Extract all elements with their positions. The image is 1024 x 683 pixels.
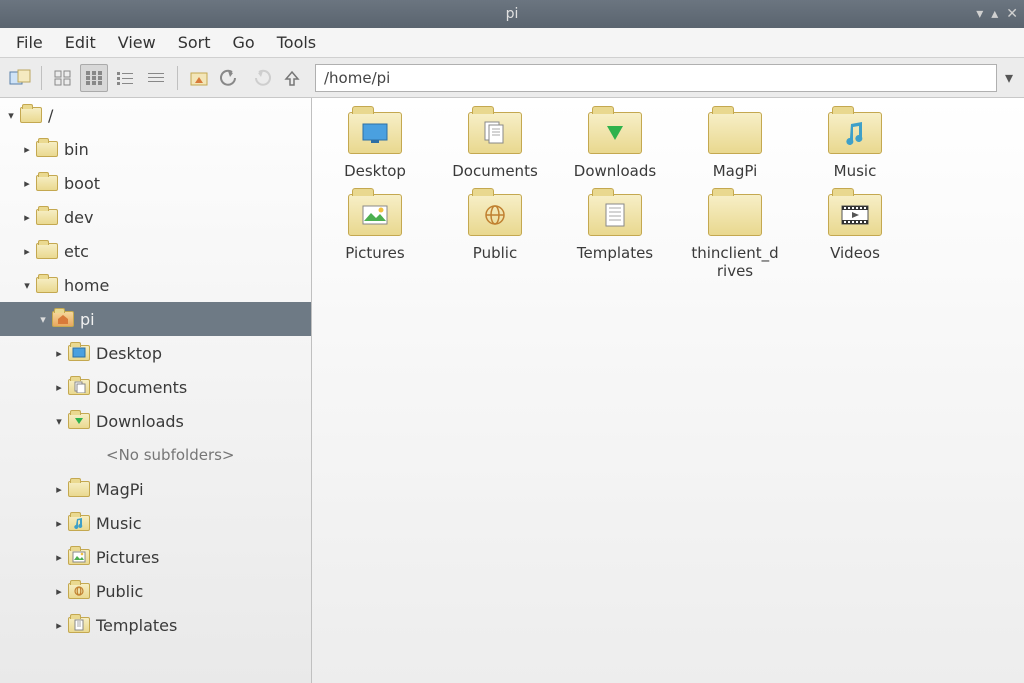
sidebar-tree[interactable]: ▾/ ▸bin ▸boot ▸dev ▸etc ▾home ▾pi ▸Deskt… (0, 98, 312, 683)
picture-icon (361, 204, 389, 226)
tree-root[interactable]: ▾/ (0, 98, 311, 132)
tree-etc[interactable]: ▸etc (0, 234, 311, 268)
window-title: pi (506, 6, 519, 22)
tree-boot[interactable]: ▸boot (0, 166, 311, 200)
window-controls: ▾ ▴ ✕ (976, 6, 1018, 22)
home-button[interactable] (185, 64, 213, 92)
tree-no-subfolders: <No subfolders> (0, 438, 311, 472)
path-input[interactable] (315, 64, 997, 92)
tree-bin[interactable]: ▸bin (0, 132, 311, 166)
back-button[interactable] (216, 64, 244, 92)
folder-desktop[interactable]: Desktop (330, 112, 420, 180)
tree-public[interactable]: ▸Public (0, 574, 311, 608)
tree-magpi[interactable]: ▸MagPi (0, 472, 311, 506)
tree-pi[interactable]: ▾pi (0, 302, 311, 336)
folder-videos[interactable]: Videos (810, 194, 900, 280)
up-button[interactable] (278, 64, 306, 92)
close-icon[interactable]: ✕ (1006, 6, 1018, 22)
menubar: File Edit View Sort Go Tools (0, 28, 1024, 58)
folder-templates[interactable]: Templates (570, 194, 660, 280)
folder-content[interactable]: Desktop Documents Downloads MagPi Music … (312, 98, 1024, 683)
download-icon (603, 122, 627, 144)
tree-downloads[interactable]: ▾Downloads (0, 404, 311, 438)
tree-documents[interactable]: ▸Documents (0, 370, 311, 404)
menu-edit[interactable]: Edit (55, 29, 106, 56)
minimize-icon[interactable]: ▾ (976, 6, 983, 22)
folder-magpi[interactable]: MagPi (690, 112, 780, 180)
titlebar: pi ▾ ▴ ✕ (0, 0, 1024, 28)
music-icon (842, 121, 868, 145)
tree-dev[interactable]: ▸dev (0, 200, 311, 234)
folder-downloads[interactable]: Downloads (570, 112, 660, 180)
toolbar-separator (177, 66, 178, 90)
body: ▾/ ▸bin ▸boot ▸dev ▸etc ▾home ▾pi ▸Deskt… (0, 98, 1024, 683)
folder-thinclient-drives[interactable]: thinclient_drives (690, 194, 780, 280)
folder-pictures[interactable]: Pictures (330, 194, 420, 280)
tree-pictures[interactable]: ▸Pictures (0, 540, 311, 574)
folder-music[interactable]: Music (810, 112, 900, 180)
file-manager-window: pi ▾ ▴ ✕ File Edit View Sort Go Tools (0, 0, 1024, 683)
toolbar: ▾ (0, 58, 1024, 98)
tree-templates[interactable]: ▸Templates (0, 608, 311, 642)
menu-view[interactable]: View (108, 29, 166, 56)
view-details-button[interactable] (142, 64, 170, 92)
tree-home[interactable]: ▾home (0, 268, 311, 302)
menu-file[interactable]: File (6, 29, 53, 56)
template-icon (604, 202, 626, 228)
folder-public[interactable]: Public (450, 194, 540, 280)
maximize-icon[interactable]: ▴ (991, 6, 998, 22)
documents-icon (482, 120, 508, 146)
new-tab-button[interactable] (6, 64, 34, 92)
globe-icon (482, 202, 508, 228)
path-dropdown-icon[interactable]: ▾ (1000, 64, 1018, 92)
video-icon (840, 204, 870, 226)
view-icons-small-button[interactable] (80, 64, 108, 92)
tree-music[interactable]: ▸Music (0, 506, 311, 540)
forward-button[interactable] (247, 64, 275, 92)
folder-documents[interactable]: Documents (450, 112, 540, 180)
view-icons-large-button[interactable] (49, 64, 77, 92)
menu-tools[interactable]: Tools (267, 29, 326, 56)
desktop-icon (361, 122, 389, 144)
toolbar-separator (41, 66, 42, 90)
menu-go[interactable]: Go (223, 29, 265, 56)
menu-sort[interactable]: Sort (168, 29, 221, 56)
view-list-button[interactable] (111, 64, 139, 92)
tree-desktop[interactable]: ▸Desktop (0, 336, 311, 370)
